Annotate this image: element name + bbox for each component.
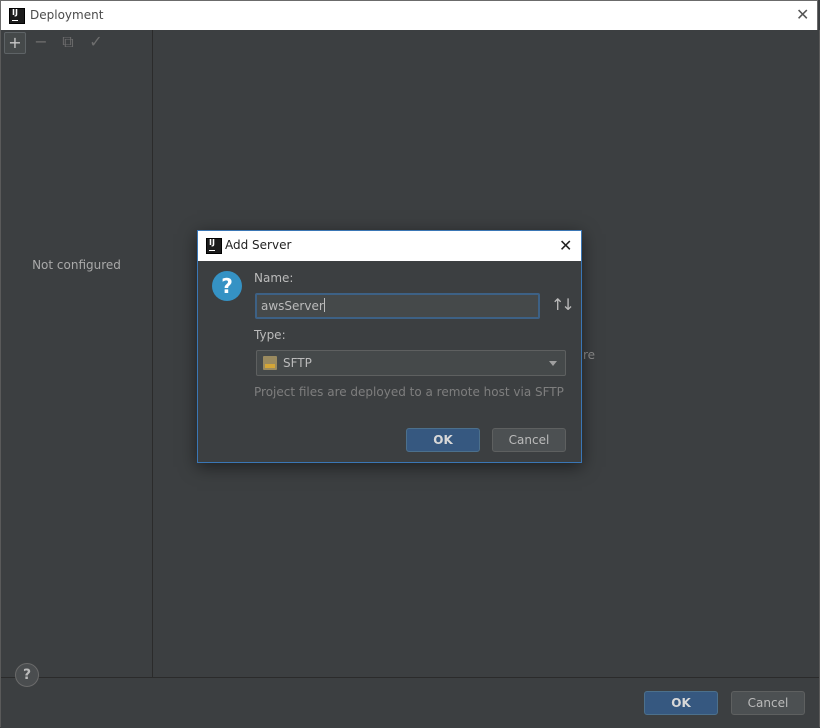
close-icon[interactable]: ✕ bbox=[796, 7, 809, 23]
dialog-titlebar: Add Server ✕ bbox=[198, 231, 581, 261]
type-label: Type: bbox=[254, 328, 286, 342]
app-logo-icon bbox=[9, 8, 25, 24]
name-input[interactable]: awsServer bbox=[255, 293, 540, 319]
obscured-text: re bbox=[583, 348, 596, 362]
add-icon[interactable]: + bbox=[4, 32, 26, 54]
text-caret bbox=[323, 298, 325, 312]
sort-icon[interactable]: ↑↓ bbox=[551, 295, 575, 314]
dialog-cancel-button[interactable]: Cancel bbox=[492, 428, 566, 452]
chevron-down-icon bbox=[549, 361, 557, 366]
ok-button[interactable]: OK bbox=[644, 691, 718, 715]
window-titlebar: Deployment ✕ bbox=[0, 0, 818, 30]
sftp-icon bbox=[263, 356, 277, 370]
cancel-button[interactable]: Cancel bbox=[731, 691, 805, 715]
add-server-dialog: Add Server ✕ ? Name: awsServer ↑↓ Type: … bbox=[197, 230, 582, 463]
dialog-title: Add Server bbox=[225, 238, 292, 252]
name-label: Name: bbox=[254, 271, 294, 285]
type-select-value: SFTP bbox=[283, 356, 312, 370]
app-logo-icon bbox=[206, 238, 222, 254]
window-title: Deployment bbox=[30, 8, 104, 22]
copy-icon[interactable]: ⧉ bbox=[57, 32, 79, 54]
check-icon[interactable]: ✓ bbox=[85, 32, 107, 54]
dialog-close-icon[interactable]: ✕ bbox=[559, 238, 572, 254]
server-list-panel: + − ⧉ ✓ Not configured bbox=[1, 30, 153, 677]
name-input-value: awsServer bbox=[261, 299, 324, 313]
dialog-ok-button[interactable]: OK bbox=[406, 428, 480, 452]
not-configured-label: Not configured bbox=[32, 258, 121, 272]
remove-icon[interactable]: − bbox=[30, 32, 52, 54]
question-icon: ? bbox=[212, 271, 242, 301]
type-description: Project files are deployed to a remote h… bbox=[254, 385, 564, 399]
type-select[interactable]: SFTP bbox=[256, 350, 566, 376]
help-icon[interactable]: ? bbox=[15, 663, 39, 687]
